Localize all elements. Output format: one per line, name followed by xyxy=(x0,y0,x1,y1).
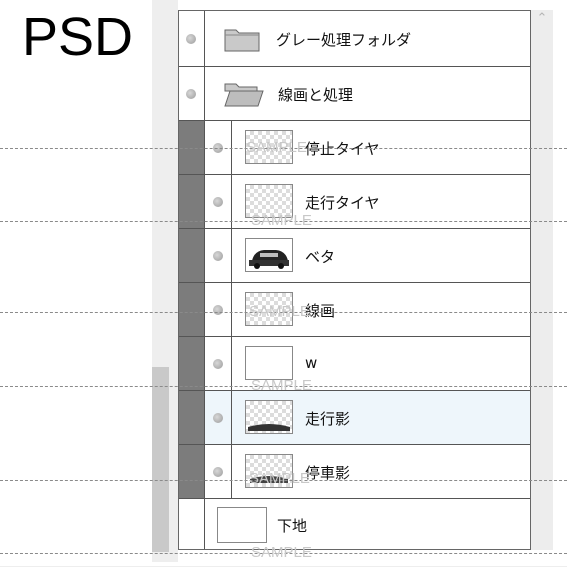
layers-panel: グレー処理フォルダ 線画と処理 停止タイヤ 走行タイヤ ベタ 線画 w 走行影 … xyxy=(178,10,531,550)
layer-row[interactable]: 線画 xyxy=(179,283,530,337)
visibility-cell[interactable] xyxy=(205,283,232,336)
left-scrollbar-thumb[interactable] xyxy=(152,367,169,552)
layers-scrollbar[interactable]: ⌃ xyxy=(531,10,553,550)
clipping-indicator xyxy=(179,229,205,282)
layer-row[interactable]: w xyxy=(179,337,530,391)
layer-thumbnail xyxy=(217,507,267,543)
eye-icon[interactable] xyxy=(213,251,223,261)
psd-title: PSD xyxy=(22,7,134,67)
eye-icon[interactable] xyxy=(213,467,223,477)
layer-row-background[interactable]: 下地 xyxy=(179,499,530,549)
layer-row-gray-folder[interactable]: グレー処理フォルダ xyxy=(179,11,530,67)
layer-label: ベタ xyxy=(305,248,336,266)
watermark-text: SAMPLE xyxy=(249,303,310,320)
folder-open-icon xyxy=(224,83,264,107)
eye-icon[interactable] xyxy=(186,89,196,99)
clipping-indicator xyxy=(179,283,205,336)
layer-row[interactable]: ベタ xyxy=(179,229,530,283)
layer-label: w xyxy=(305,354,318,372)
watermark-text: SAMPLE xyxy=(251,544,312,561)
layer-label: 線画と処理 xyxy=(278,86,354,104)
watermark-text: SAMPLE xyxy=(249,470,310,487)
chevron-up-icon[interactable]: ⌃ xyxy=(535,12,549,26)
layer-label: 下地 xyxy=(277,517,308,535)
layer-row-lineart-folder[interactable]: 線画と処理 xyxy=(179,67,530,121)
folder-icon xyxy=(224,29,260,52)
visibility-cell[interactable] xyxy=(205,337,232,390)
clipping-indicator xyxy=(179,391,205,444)
visibility-cell[interactable] xyxy=(179,11,205,66)
layer-row[interactable]: 停車影 xyxy=(179,445,530,499)
visibility-cell[interactable] xyxy=(179,499,205,549)
divider xyxy=(0,566,567,567)
eye-icon[interactable] xyxy=(213,413,223,423)
eye-icon[interactable] xyxy=(213,359,223,369)
watermark-text: SAMPLE xyxy=(251,212,312,229)
layer-label: 走行影 xyxy=(305,410,351,428)
clipping-indicator xyxy=(179,445,205,498)
visibility-cell[interactable] xyxy=(205,445,232,498)
eye-icon[interactable] xyxy=(186,34,196,44)
car-silhouette-icon xyxy=(249,250,289,269)
layer-thumbnail xyxy=(245,346,293,380)
visibility-cell[interactable] xyxy=(205,229,232,282)
layer-label: 走行タイヤ xyxy=(305,194,380,212)
watermark-text: SAMPLE xyxy=(246,139,307,156)
layer-thumbnail xyxy=(245,400,293,434)
visibility-cell[interactable] xyxy=(179,67,205,120)
layer-thumbnail xyxy=(245,238,293,272)
eye-icon[interactable] xyxy=(213,305,223,315)
visibility-cell[interactable] xyxy=(205,391,232,444)
layer-row-selected[interactable]: 走行影 xyxy=(179,391,530,445)
shadow-icon xyxy=(248,424,290,431)
watermark-text: SAMPLE xyxy=(251,377,312,394)
eye-icon[interactable] xyxy=(213,197,223,207)
layer-label: グレー処理フォルダ xyxy=(276,31,412,49)
clipping-indicator xyxy=(179,337,205,390)
